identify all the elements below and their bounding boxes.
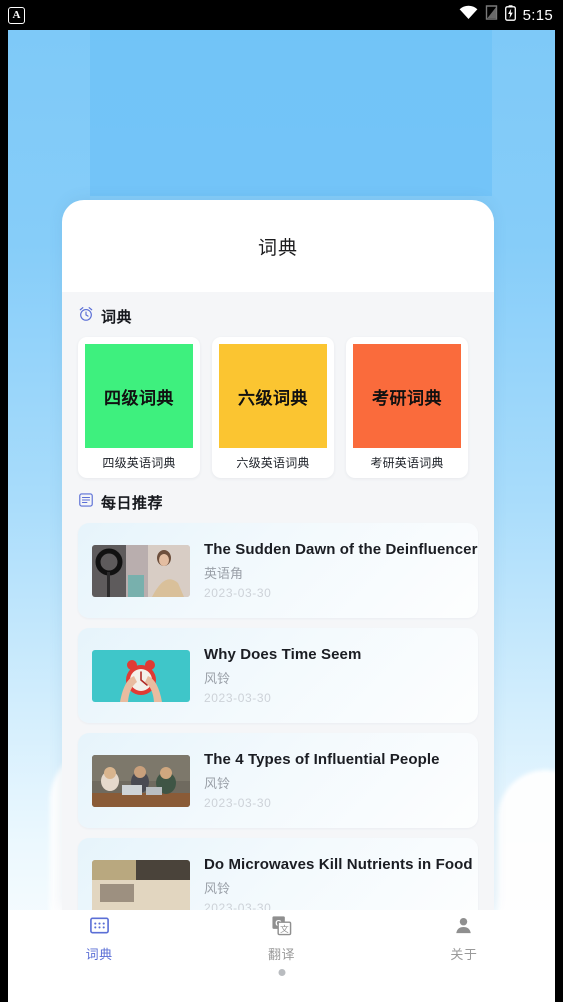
article-list-item[interactable]: Why Does Time Seem 风铃 2023-03-30 <box>78 628 478 723</box>
signal-icon <box>485 5 498 25</box>
dictionary-name-cet4: 四级英语词典 <box>102 456 176 470</box>
red-alarm-clock-photo <box>92 649 190 702</box>
person-with-ring-light-photo <box>92 544 190 597</box>
translate-icon: G 文 <box>271 915 292 941</box>
bottom-tab-bar: 词典 G 文 翻译 关于 <box>8 910 555 968</box>
app-content-card: 词典 词典 四级词典 四级英语词典 六级词典 六级英语词典 考研词典 考研英语词… <box>62 200 494 910</box>
article-list-item[interactable]: Do Microwaves Kill Nutrients in Food 风铃 … <box>78 838 478 910</box>
dictionary-card-cet6[interactable]: 六级词典 六级英语词典 <box>212 337 334 478</box>
article-title: The 4 Types of Influential People <box>204 751 440 768</box>
microwave-kitchen-photo <box>92 859 190 910</box>
article-source: 英语角 <box>204 566 244 581</box>
phone-screen: A 5:15 词典 词典 四级词典 四级英语词典 六级词典 六级英语词典 考研词… <box>0 0 563 1002</box>
dictionary-section-header: 词典 <box>62 292 494 337</box>
recommend-section-header: 每日推荐 <box>62 478 494 523</box>
dictionary-cover-cet4: 四级词典 <box>85 344 193 448</box>
article-list: The Sudden Dawn of the Deinfluencer 英语角 … <box>62 523 494 910</box>
background-accent-rect <box>90 30 492 196</box>
tab-about-label: 关于 <box>450 947 478 962</box>
dictionary-card-kaoyan[interactable]: 考研词典 考研英语词典 <box>346 337 468 478</box>
battery-icon <box>504 4 516 26</box>
article-source: 风铃 <box>204 671 231 686</box>
article-list-item[interactable]: The 4 Types of Influential People 风铃 202… <box>78 733 478 828</box>
dictionary-cover-cet6: 六级词典 <box>219 344 327 448</box>
document-list-icon <box>78 492 94 513</box>
page-title: 词典 <box>257 237 298 259</box>
status-bar-left: A <box>8 6 25 24</box>
people-at-table-photo <box>92 754 190 807</box>
tab-translate[interactable]: G 文 翻译 <box>190 910 372 968</box>
home-indicator-dot <box>278 969 285 976</box>
article-source: 风铃 <box>204 881 231 896</box>
article-title: The Sudden Dawn of the Deinfluencer <box>204 541 478 558</box>
article-date: 2023-03-30 <box>204 586 272 600</box>
dictionary-card-cet4[interactable]: 四级词典 四级英语词典 <box>78 337 200 478</box>
svg-text:文: 文 <box>280 923 289 934</box>
scroll-content[interactable]: 词典 四级词典 四级英语词典 六级词典 六级英语词典 考研词典 考研英语词典 每… <box>62 292 494 910</box>
status-bar-right: 5:15 <box>459 4 553 26</box>
tab-translate-label: 翻译 <box>267 947 295 962</box>
dictionary-section-title: 词典 <box>101 309 133 326</box>
recommend-section-title: 每日推荐 <box>101 495 164 512</box>
dictionary-name-kaoyan: 考研英语词典 <box>370 456 444 470</box>
article-title: Why Does Time Seem <box>204 646 362 663</box>
dictionary-name-cet6: 六级英语词典 <box>236 456 310 470</box>
tab-dictionary[interactable]: 词典 <box>8 910 190 968</box>
dictionary-cover-kaoyan: 考研词典 <box>353 344 461 448</box>
tab-dictionary-label: 词典 <box>85 947 113 962</box>
article-date: 2023-03-30 <box>204 796 272 810</box>
article-title: Do Microwaves Kill Nutrients in Food <box>204 856 473 873</box>
article-date: 2023-03-30 <box>204 691 272 705</box>
wifi-icon <box>459 5 478 25</box>
status-bar: A 5:15 <box>0 0 563 30</box>
article-date: 2023-03-30 <box>204 901 272 910</box>
dictionary-grid-icon <box>89 915 110 941</box>
person-icon <box>453 915 474 941</box>
alarm-clock-icon <box>78 306 94 327</box>
app-badge-icon: A <box>8 6 25 24</box>
dictionary-card-row: 四级词典 四级英语词典 六级词典 六级英语词典 考研词典 考研英语词典 <box>62 337 494 478</box>
article-list-item[interactable]: The Sudden Dawn of the Deinfluencer 英语角 … <box>78 523 478 618</box>
article-source: 风铃 <box>204 776 231 791</box>
tab-about[interactable]: 关于 <box>373 910 555 968</box>
status-bar-clock: 5:15 <box>522 6 553 24</box>
